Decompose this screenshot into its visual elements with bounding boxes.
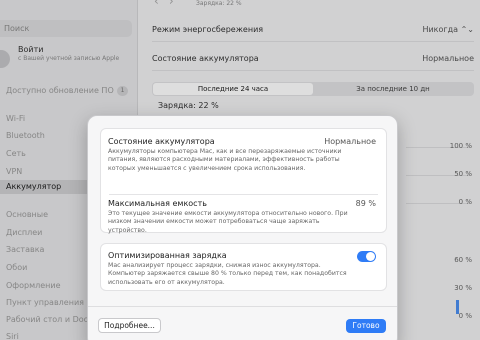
optimized-charging-title: Оптимизированная зарядка	[108, 251, 227, 260]
done-button[interactable]: Готово	[346, 319, 386, 333]
battery-info-card: Состояние аккумулятора Нормальное Аккуму…	[100, 128, 387, 234]
capacity-title: Максимальная емкость	[108, 199, 207, 208]
health-value: Нормальное	[324, 137, 376, 146]
optimized-charging-card: Оптимизированная зарядка Mac анализирует…	[100, 243, 387, 291]
optimized-charging-description: Mac анализирует процесс зарядки, снижая …	[108, 262, 347, 286]
optimized-charging-toggle[interactable]	[357, 251, 376, 262]
capacity-value: 89 %	[355, 199, 376, 208]
toggle-knob	[366, 252, 375, 261]
capacity-description: Это текущее значение емкости аккумулятор…	[108, 210, 348, 234]
divider	[109, 194, 378, 195]
battery-health-sheet: Состояние аккумулятора Нормальное Аккуму…	[87, 115, 398, 340]
more-info-button[interactable]: Подробнее...	[98, 318, 161, 333]
health-description: Аккумуляторы компьютера Mac, как и все п…	[108, 148, 342, 172]
divider	[88, 306, 397, 307]
health-title: Состояние аккумулятора	[108, 137, 215, 146]
